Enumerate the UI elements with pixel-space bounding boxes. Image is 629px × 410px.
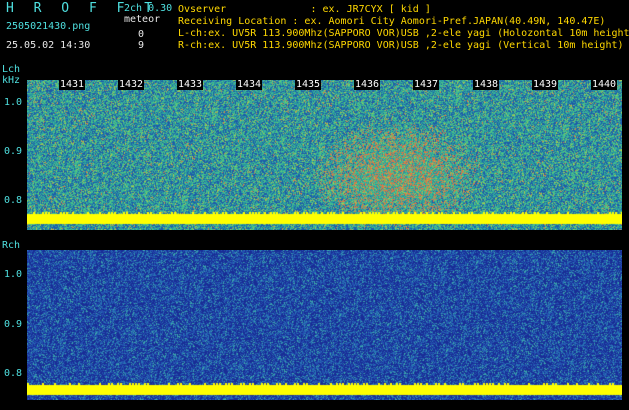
meteor-count-lch: 0 [138, 29, 145, 40]
time-axis: 1431 1432 1433 1434 1435 1436 1437 1438 … [27, 79, 622, 90]
lch-info: L-ch:ex. UV5R 113.900Mhz(SAPPORO VOR)USB… [178, 28, 629, 39]
date-time: 25.05.02 14:30 [6, 40, 91, 51]
rch-ytick-3: 0.8 [4, 368, 23, 379]
time-label: 1431 [59, 79, 86, 90]
rch-ytick-2: 0.9 [4, 319, 23, 330]
observer-info: Ovserver : ex. JR7CYX [ kid ] [178, 4, 431, 15]
lch-label: Lch [2, 64, 21, 75]
time-label: 1436 [354, 79, 381, 90]
rch-label: Rch [2, 240, 21, 251]
time-label: 1440 [591, 79, 618, 90]
time-label: 1434 [236, 79, 263, 90]
time-label: 1435 [295, 79, 322, 90]
location-info: Receiving Location : ex. Aomori City Aom… [178, 16, 606, 27]
file-name: 2505021430.png [6, 21, 91, 32]
rch-info: R-ch:ex. UV5R 113.900Mhz(SAPPORO VOR)USB… [178, 40, 624, 51]
channel-setting: 2ch 0.30 [124, 3, 173, 14]
time-label: 1437 [413, 79, 440, 90]
meteor-label: meteor [124, 14, 161, 25]
meteor-count-rch: 9 [138, 40, 145, 51]
khz-unit: kHz [2, 75, 21, 86]
rch-spectrogram [27, 250, 622, 400]
lch-ytick-2: 0.9 [4, 146, 23, 157]
time-label: 1439 [532, 79, 559, 90]
time-label: 1432 [118, 79, 145, 90]
lch-ytick-1: 1.0 [4, 97, 23, 108]
lch-spectrogram [27, 80, 622, 230]
time-label: 1438 [473, 79, 500, 90]
lch-ytick-3: 0.8 [4, 195, 23, 206]
rch-ytick-1: 1.0 [4, 269, 23, 280]
time-label: 1433 [177, 79, 204, 90]
